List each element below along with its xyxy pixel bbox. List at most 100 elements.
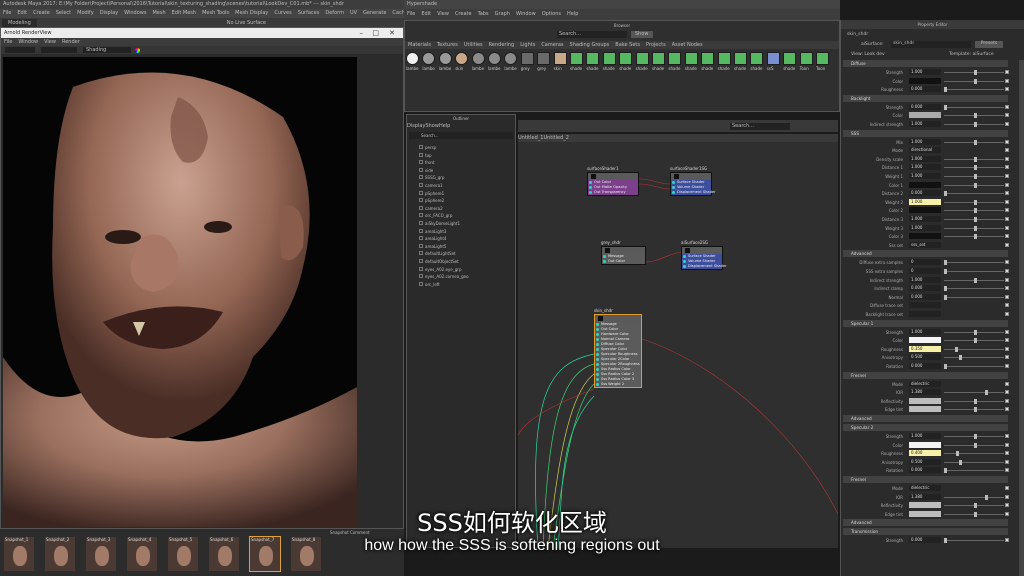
material-swatch[interactable] [455,52,469,65]
slider-knob[interactable] [974,217,977,222]
browser-tab-shading-groups[interactable]: Shading Groups [567,42,613,48]
outliner-item[interactable]: areaLight3 [419,228,446,234]
connect-checkbox[interactable] [1005,87,1009,92]
attr-slider[interactable] [944,269,1004,274]
attr-slider[interactable] [944,407,1004,413]
section-advanced[interactable]: Advanced [843,250,1008,258]
attr-slider[interactable] [944,225,1004,231]
connect-checkbox[interactable] [1005,199,1009,204]
attr-value-field[interactable]: 0 [909,268,941,274]
maya-menu-create[interactable]: Create [30,9,53,18]
outliner-item[interactable]: defaultLightSet [419,251,456,256]
attr-slider[interactable] [944,182,1004,188]
render-image[interactable] [3,57,357,527]
section-specular1[interactable]: Specular 1 [843,319,1008,327]
connect-checkbox[interactable] [1005,174,1009,178]
attr-value-field[interactable]: 1.000 [909,328,941,335]
attr-value-field[interactable]: dielectric [909,485,941,491]
slider-knob[interactable] [974,234,977,240]
attr-value-field[interactable] [909,112,941,119]
attr-value-field[interactable]: 1.000 [909,69,941,75]
maya-menu-curves[interactable]: Curves [271,9,294,18]
section-specular2[interactable]: Specular 2 [843,424,1008,431]
connect-checkbox[interactable] [1005,104,1009,109]
slider-knob[interactable] [954,346,958,352]
presets-button[interactable]: Presets [975,41,1003,48]
material-swatch[interactable] [635,52,649,65]
property-node-tab[interactable]: skin_shdr [847,32,868,37]
hs-menu-edit[interactable]: Edit [418,9,434,20]
slider-knob[interactable] [944,286,947,292]
attr-slider[interactable] [944,208,1004,214]
slider-knob[interactable] [959,459,962,465]
attr-value-field[interactable]: 0.500 [909,458,941,465]
attr-value-field[interactable] [909,233,941,240]
slider-knob[interactable] [974,122,977,127]
connect-checkbox[interactable] [1005,390,1009,395]
material-swatch[interactable] [553,52,567,65]
slider-knob[interactable] [974,434,977,439]
section-fresnel2[interactable]: Fresnel [843,476,1008,483]
hs-menu-help[interactable]: Help [564,9,581,20]
maya-menu-edit-mesh[interactable]: Edit Mesh [169,9,199,18]
material-swatch[interactable] [783,52,797,65]
material-swatch[interactable] [816,52,829,65]
section-diffuse[interactable]: Diffuse [843,60,1008,67]
outliner-item[interactable]: top [419,152,432,158]
slider-knob[interactable] [985,390,989,396]
material-swatch[interactable] [438,52,452,65]
browser-tab-textures[interactable]: Textures [434,42,461,48]
outliner-item[interactable]: pSphere2 [419,198,444,203]
material-swatch[interactable] [520,52,534,65]
attr-value-field[interactable] [909,207,941,214]
shader-node-shader1[interactable]: Out Color Out Matte Opacity Out Transparen… [587,172,639,196]
material-swatch[interactable] [668,52,682,65]
hs-menu-window[interactable]: Window [513,9,539,20]
color-wheel-icon[interactable] [135,47,140,53]
maya-menu-mesh-display[interactable]: Mesh Display [232,9,271,18]
attr-slider[interactable] [944,113,1004,119]
attr-slider[interactable] [944,87,1004,93]
slider-knob[interactable] [944,104,947,110]
connect-checkbox[interactable] [1005,165,1009,170]
maya-menu-windows[interactable]: Windows [121,9,149,18]
attr-slider[interactable] [944,398,1004,404]
connect-checkbox[interactable] [1005,294,1009,299]
browser-tab-projects[interactable]: Projects [643,42,669,48]
connect-checkbox[interactable] [1005,277,1009,282]
slider-knob[interactable] [974,165,977,171]
material-swatch[interactable] [750,52,764,65]
outliner-item[interactable]: SSSG_grp [419,175,444,180]
attr-slider[interactable] [944,199,1004,205]
connect-checkbox[interactable] [1005,70,1009,74]
connect-checkbox[interactable] [1005,242,1009,247]
outliner-item[interactable]: camera2 [419,205,443,211]
material-swatch[interactable] [586,52,600,65]
connect-checkbox[interactable] [1005,260,1009,265]
slider-knob[interactable] [974,70,977,75]
slider-knob[interactable] [959,355,962,361]
browser-tab-asset-nodes[interactable]: Asset Nodes [669,42,706,48]
section-backlight[interactable]: Backlight [843,94,1008,102]
connect-checkbox[interactable] [1005,494,1009,499]
outliner-item[interactable]: eyes_A02.cornea_geo [419,274,469,279]
attr-slider[interactable] [944,346,1004,352]
minimize-icon[interactable]: – [360,28,364,38]
attr-value-field[interactable]: 0.400 [909,450,941,457]
attr-slider[interactable] [944,364,1004,369]
attr-value-field[interactable]: 1.000 [909,276,941,283]
slider-knob[interactable] [974,208,977,214]
connect-checkbox[interactable] [1005,468,1009,473]
maya-menu-select[interactable]: Select [53,9,74,18]
hs-menu-file[interactable]: File [404,9,418,20]
slider-knob[interactable] [974,398,977,404]
slider-knob[interactable] [974,139,977,145]
hs-menu-graph[interactable]: Graph [492,9,513,20]
attr-value-field[interactable]: directional [909,147,941,154]
material-swatch[interactable] [570,52,583,65]
attr-value-field[interactable]: 0.000 [909,363,941,369]
hs-menu-options[interactable]: Options [539,9,564,20]
attr-slider[interactable] [944,156,1004,162]
maya-menu-modify[interactable]: Modify [74,9,97,18]
outliner-item[interactable]: camera1 [419,183,443,188]
